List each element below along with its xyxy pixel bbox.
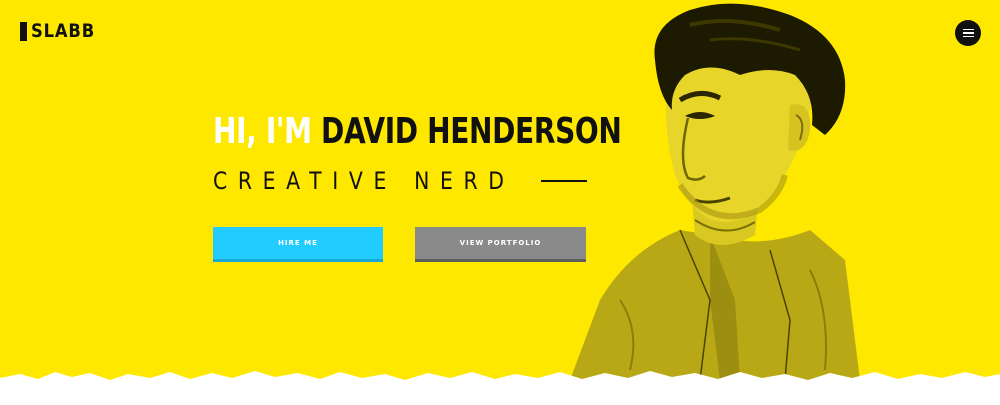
portrait-image [570, 3, 860, 380]
logo-bar-icon [20, 21, 27, 41]
torn-paper-edge [0, 371, 1000, 405]
hero-section: SLABB HI, I'M DAVID HENDERSON CREATIVE N… [0, 0, 1000, 405]
hamburger-line-icon [962, 28, 974, 31]
headline-greeting: HI, I'M [213, 111, 312, 152]
logo-text: SLABB [31, 20, 96, 42]
hamburger-line-icon [962, 32, 974, 34]
hire-me-button[interactable]: HIRE ME [213, 227, 383, 262]
hero-tagline: CREATIVE NERD [213, 167, 515, 195]
hamburger-menu-button[interactable] [955, 20, 981, 46]
hamburger-line-icon [962, 35, 974, 38]
site-logo[interactable]: SLABB [20, 20, 105, 42]
